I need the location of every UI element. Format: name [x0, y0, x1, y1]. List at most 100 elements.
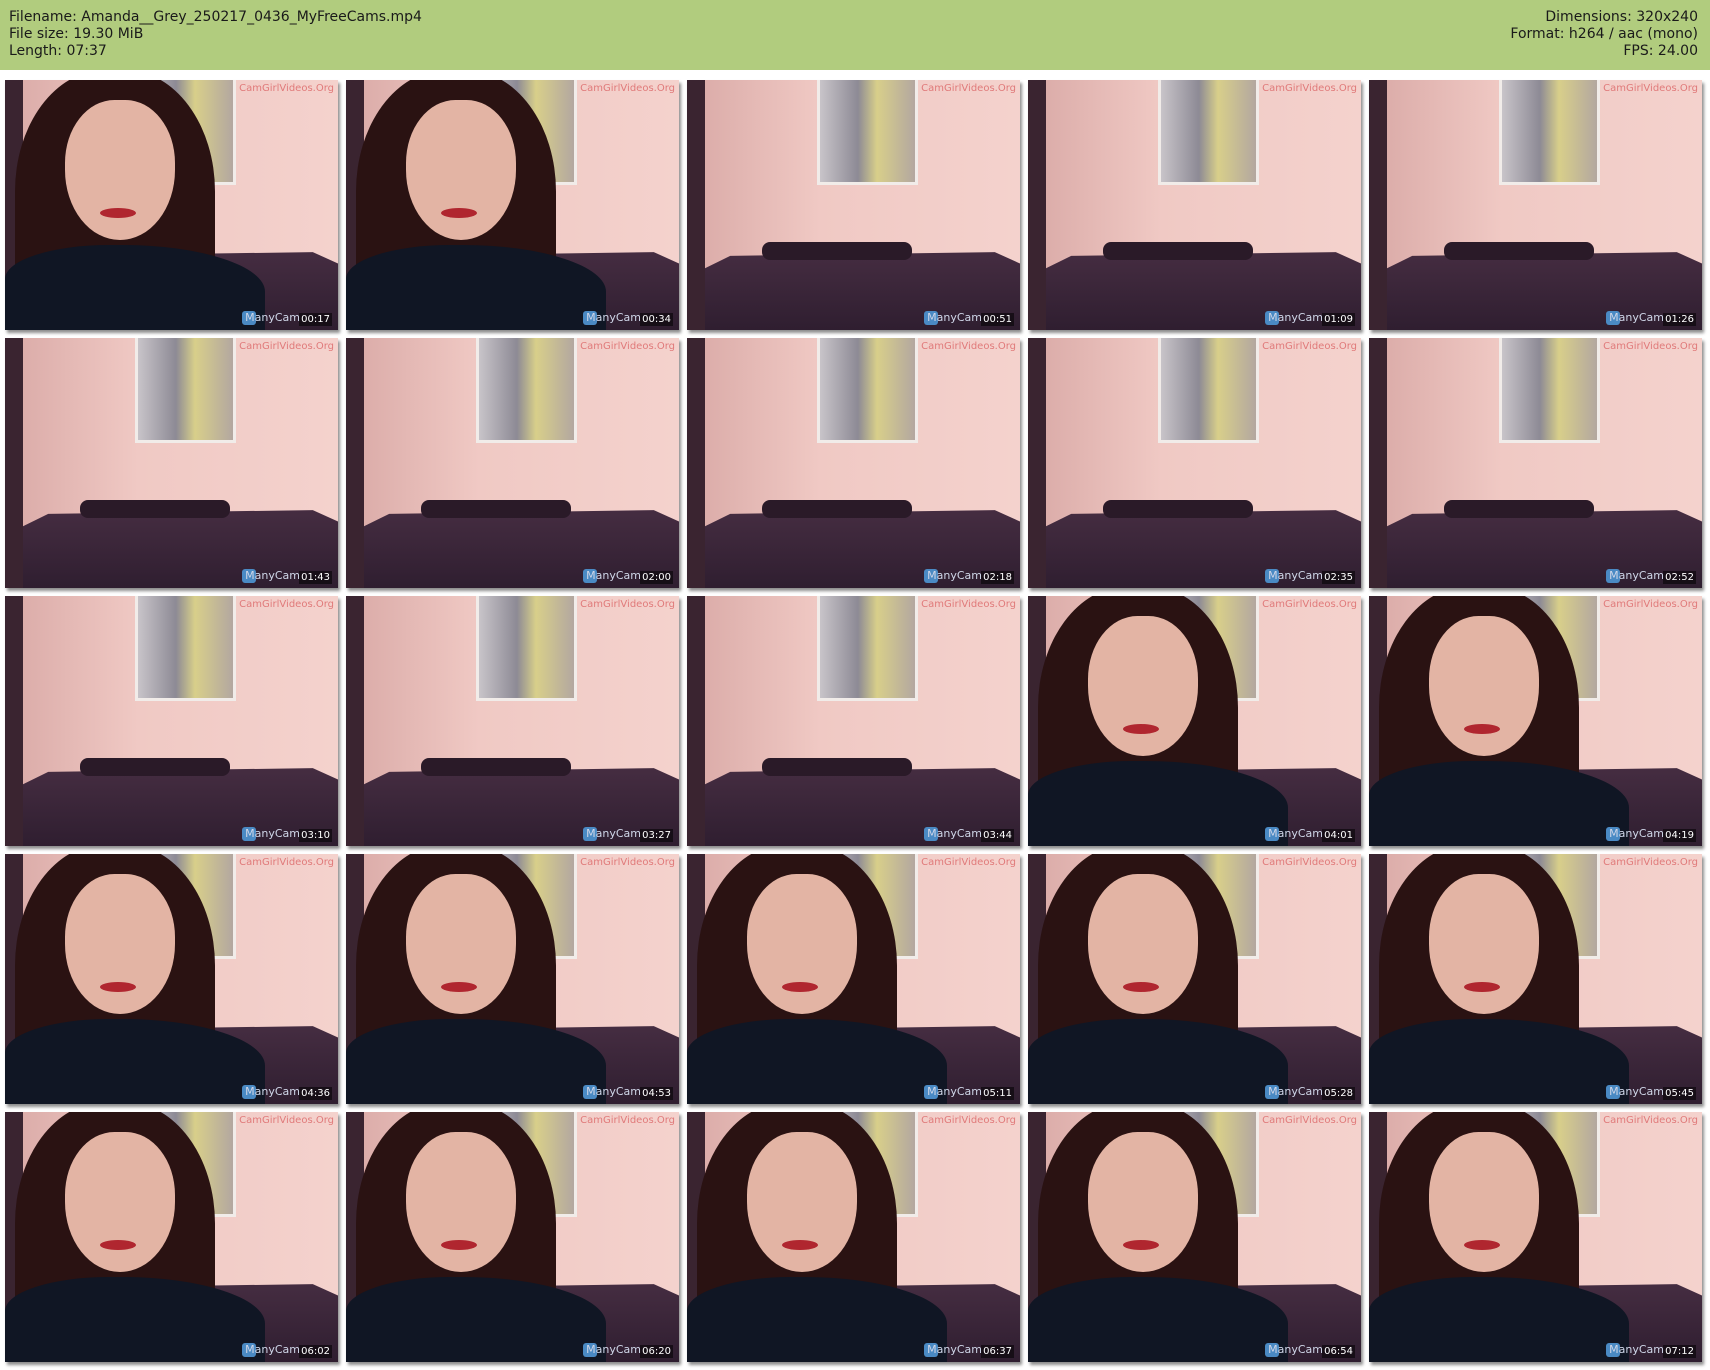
frame-edge [1369, 80, 1387, 330]
timestamp: 00:51 [981, 313, 1014, 326]
timestamp: 04:19 [1663, 829, 1696, 842]
lips [1123, 982, 1159, 992]
face [1429, 1132, 1539, 1272]
timestamp: 02:18 [981, 571, 1014, 584]
pillow [1103, 500, 1253, 518]
manycam-label: ManyCam [927, 311, 982, 324]
lips [782, 1240, 818, 1250]
frame-edge [5, 338, 23, 588]
watermark: CamGirlVideos.Org [1603, 1115, 1698, 1126]
manycam-label: ManyCam [586, 827, 641, 840]
format: Format: h264 / aac (mono) [1510, 26, 1698, 42]
video-thumbnail: CamGirlVideos.Org ManyCam 02:52 [1369, 338, 1702, 588]
lips [100, 1240, 136, 1250]
face [1429, 874, 1539, 1014]
face [1088, 874, 1198, 1014]
frame-edge [346, 596, 364, 846]
lips [1464, 724, 1500, 734]
watermark: CamGirlVideos.Org [921, 341, 1016, 352]
timestamp: 05:45 [1663, 1087, 1696, 1100]
pillow [762, 758, 912, 776]
lips [1464, 982, 1500, 992]
manycam-label: ManyCam [1268, 569, 1323, 582]
face [1429, 616, 1539, 756]
frame-edge [5, 596, 23, 846]
manycam-label: ManyCam [927, 569, 982, 582]
watermark: CamGirlVideos.Org [1262, 83, 1357, 94]
elephant-poster [817, 596, 918, 701]
elephant-poster [476, 338, 577, 443]
pillow [1103, 242, 1253, 260]
filename: Filename: Amanda__Grey_250217_0436_MyFre… [9, 9, 422, 25]
pillow [421, 500, 571, 518]
timestamp: 04:53 [640, 1087, 673, 1100]
manycam-label: ManyCam [1609, 569, 1664, 582]
frame-edge [687, 596, 705, 846]
watermark: CamGirlVideos.Org [1603, 341, 1698, 352]
file-info-left: Filename: Amanda__Grey_250217_0436_MyFre… [9, 9, 422, 60]
lips [1464, 1240, 1500, 1250]
manycam-label: ManyCam [586, 569, 641, 582]
timestamp: 02:52 [1663, 571, 1696, 584]
pillow [1444, 242, 1594, 260]
manycam-label: ManyCam [927, 1085, 982, 1098]
video-thumbnail: CamGirlVideos.Org ManyCam 07:12 [1369, 1112, 1702, 1362]
video-thumbnail: CamGirlVideos.Org ManyCam 00:34 [346, 80, 679, 330]
watermark: CamGirlVideos.Org [921, 599, 1016, 610]
timestamp: 06:20 [640, 1345, 673, 1358]
lips [441, 208, 477, 218]
watermark: CamGirlVideos.Org [921, 83, 1016, 94]
frame-edge [1369, 338, 1387, 588]
dimensions: Dimensions: 320x240 [1545, 9, 1698, 25]
info-header: Filename: Amanda__Grey_250217_0436_MyFre… [0, 0, 1710, 70]
video-thumbnail: CamGirlVideos.Org ManyCam 03:10 [5, 596, 338, 846]
watermark: CamGirlVideos.Org [1603, 599, 1698, 610]
timestamp: 00:34 [640, 313, 673, 326]
manycam-label: ManyCam [245, 827, 300, 840]
video-thumbnail: CamGirlVideos.Org ManyCam 02:18 [687, 338, 1020, 588]
video-thumbnail: CamGirlVideos.Org ManyCam 05:45 [1369, 854, 1702, 1104]
face [65, 100, 175, 240]
watermark: CamGirlVideos.Org [239, 857, 334, 868]
timestamp: 06:37 [981, 1345, 1014, 1358]
video-thumbnail: CamGirlVideos.Org ManyCam 01:43 [5, 338, 338, 588]
pillow [762, 242, 912, 260]
video-thumbnail: CamGirlVideos.Org ManyCam 01:09 [1028, 80, 1361, 330]
manycam-label: ManyCam [1268, 827, 1323, 840]
timestamp: 06:54 [1322, 1345, 1355, 1358]
pillow [80, 500, 230, 518]
watermark: CamGirlVideos.Org [1262, 599, 1357, 610]
timestamp: 01:26 [1663, 313, 1696, 326]
watermark: CamGirlVideos.Org [1262, 1115, 1357, 1126]
face [747, 874, 857, 1014]
video-thumbnail: CamGirlVideos.Org ManyCam 06:20 [346, 1112, 679, 1362]
lips [100, 208, 136, 218]
manycam-label: ManyCam [245, 1343, 300, 1356]
lips [441, 1240, 477, 1250]
watermark: CamGirlVideos.Org [1262, 857, 1357, 868]
watermark: CamGirlVideos.Org [239, 599, 334, 610]
elephant-poster [135, 338, 236, 443]
file-info-right: Dimensions: 320x240 Format: h264 / aac (… [1510, 9, 1698, 60]
face [1088, 1132, 1198, 1272]
timestamp: 00:17 [299, 313, 332, 326]
watermark: CamGirlVideos.Org [580, 83, 675, 94]
lips [441, 982, 477, 992]
watermark: CamGirlVideos.Org [239, 1115, 334, 1126]
lips [100, 982, 136, 992]
watermark: CamGirlVideos.Org [921, 1115, 1016, 1126]
manycam-label: ManyCam [1268, 311, 1323, 324]
timestamp: 03:27 [640, 829, 673, 842]
thumbnail-grid: CamGirlVideos.Org ManyCam 00:17 CamGirlVide… [5, 80, 1702, 1362]
watermark: CamGirlVideos.Org [239, 83, 334, 94]
manycam-label: ManyCam [586, 311, 641, 324]
frame-edge [1028, 338, 1046, 588]
manycam-label: ManyCam [586, 1085, 641, 1098]
timestamp: 03:44 [981, 829, 1014, 842]
video-thumbnail: CamGirlVideos.Org ManyCam 00:51 [687, 80, 1020, 330]
video-thumbnail: CamGirlVideos.Org ManyCam 04:36 [5, 854, 338, 1104]
manycam-label: ManyCam [1268, 1343, 1323, 1356]
face [65, 1132, 175, 1272]
lips [1123, 724, 1159, 734]
watermark: CamGirlVideos.Org [580, 1115, 675, 1126]
